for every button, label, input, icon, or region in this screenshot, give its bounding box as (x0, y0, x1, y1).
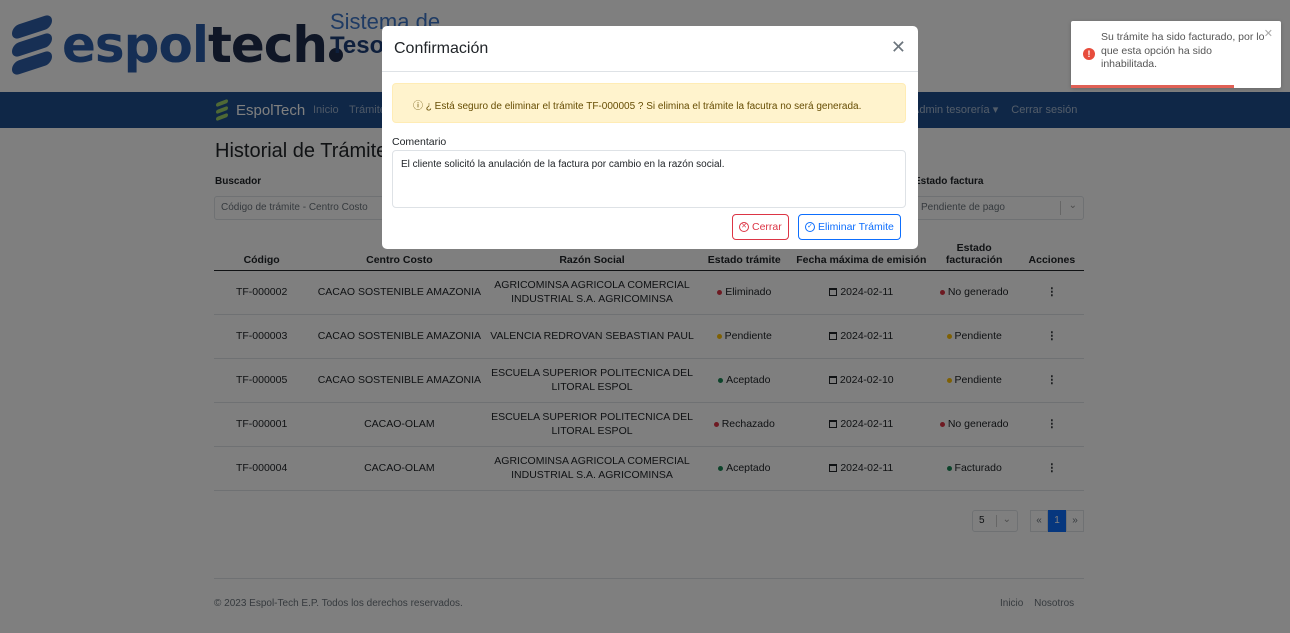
toast-progress-bar (1071, 85, 1234, 88)
close-circle-icon: ✕ (739, 222, 749, 232)
error-icon: ! (1083, 48, 1095, 60)
modal-header: Confirmación ✕ (382, 26, 918, 72)
delete-tramite-button[interactable]: ✓ Eliminar Trámite (798, 214, 901, 240)
comment-textarea[interactable]: El cliente solicitó la anulación de la f… (392, 150, 906, 208)
comment-label: Comentario (392, 136, 447, 148)
check-circle-icon: ✓ (805, 222, 815, 232)
warning-alert: ⓘ ¿ Está seguro de eliminar el trámite T… (392, 83, 906, 123)
close-icon[interactable]: ✕ (891, 38, 906, 56)
cancel-button-label: Cerrar (752, 221, 782, 233)
cancel-button[interactable]: ✕ Cerrar (732, 214, 789, 240)
toast-message: Su trámite ha sido facturado, por lo que… (1101, 31, 1265, 71)
delete-button-label: Eliminar Trámite (818, 221, 894, 233)
modal-title: Confirmación (394, 40, 489, 57)
toast-close-icon[interactable]: ✕ (1264, 27, 1273, 40)
error-toast: ! Su trámite ha sido facturado, por lo q… (1071, 21, 1281, 88)
confirm-delete-modal: Confirmación ✕ ⓘ ¿ Está seguro de elimin… (382, 26, 918, 249)
